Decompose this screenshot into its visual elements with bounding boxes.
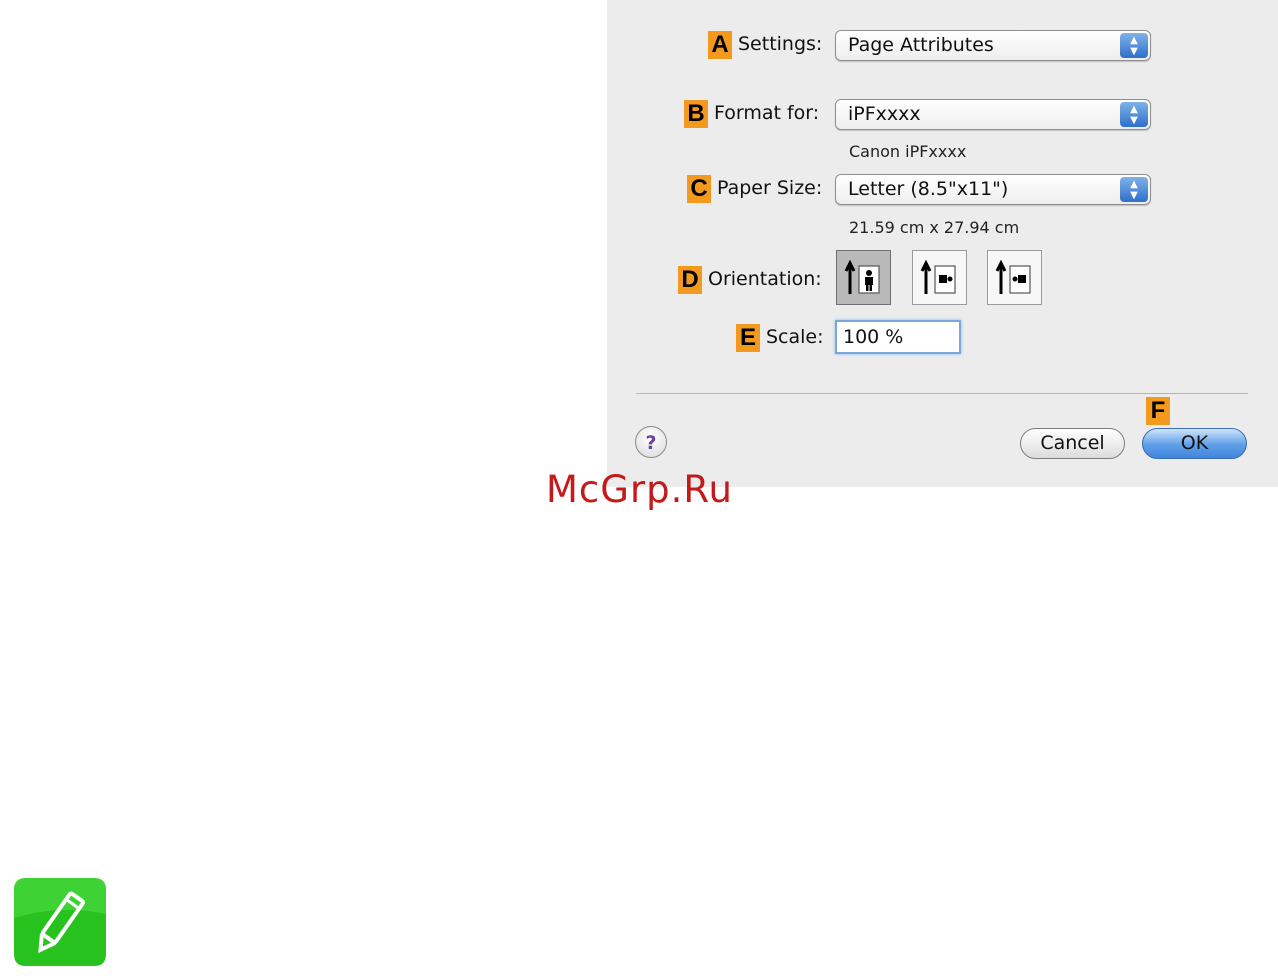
orientation-landscape-right-button[interactable] bbox=[987, 250, 1042, 305]
marker-e: E bbox=[736, 324, 760, 352]
format-for-printer-name: Canon iPFxxxx bbox=[849, 142, 967, 161]
portrait-orientation-icon bbox=[844, 260, 880, 294]
paper-size-popup[interactable]: Letter (8.5"x11") ▲ ▼ bbox=[835, 174, 1151, 205]
marker-c: C bbox=[687, 175, 711, 203]
cancel-button[interactable]: Cancel bbox=[1020, 428, 1125, 459]
watermark-text: McGrp.Ru bbox=[546, 468, 733, 511]
popup-arrows-icon: ▲ ▼ bbox=[1120, 33, 1148, 58]
scale-label: Scale: bbox=[766, 326, 824, 348]
scale-input[interactable] bbox=[835, 320, 961, 354]
ok-button[interactable]: OK bbox=[1142, 428, 1247, 459]
page-setup-dialog: A Settings: Page Attributes ▲ ▼ B Format … bbox=[607, 0, 1278, 487]
marker-b: B bbox=[684, 100, 708, 128]
settings-popup[interactable]: Page Attributes ▲ ▼ bbox=[835, 30, 1151, 61]
marker-a: A bbox=[708, 31, 732, 59]
help-button[interactable]: ? bbox=[635, 426, 667, 458]
note-pencil-icon bbox=[14, 878, 106, 966]
paper-size-label: Paper Size: bbox=[717, 177, 823, 199]
marker-d: D bbox=[678, 266, 702, 294]
marker-f: F bbox=[1146, 397, 1170, 425]
format-for-label: Format for: bbox=[714, 102, 820, 124]
landscape-left-orientation-icon bbox=[920, 260, 956, 294]
format-for-popup[interactable]: iPFxxxx ▲ ▼ bbox=[835, 99, 1151, 130]
divider bbox=[636, 393, 1248, 394]
settings-label: Settings: bbox=[738, 33, 823, 55]
popup-arrows-icon: ▲ ▼ bbox=[1120, 102, 1148, 127]
orientation-portrait-button[interactable] bbox=[836, 250, 891, 305]
orientation-label: Orientation: bbox=[708, 268, 822, 290]
popup-arrows-icon: ▲ ▼ bbox=[1120, 177, 1148, 202]
orientation-landscape-left-button[interactable] bbox=[912, 250, 967, 305]
settings-popup-value: Page Attributes bbox=[848, 34, 994, 56]
format-for-popup-value: iPFxxxx bbox=[848, 103, 921, 125]
paper-size-popup-value: Letter (8.5"x11") bbox=[848, 178, 1009, 200]
paper-size-dimensions: 21.59 cm x 27.94 cm bbox=[849, 218, 1020, 237]
landscape-right-orientation-icon bbox=[995, 260, 1031, 294]
